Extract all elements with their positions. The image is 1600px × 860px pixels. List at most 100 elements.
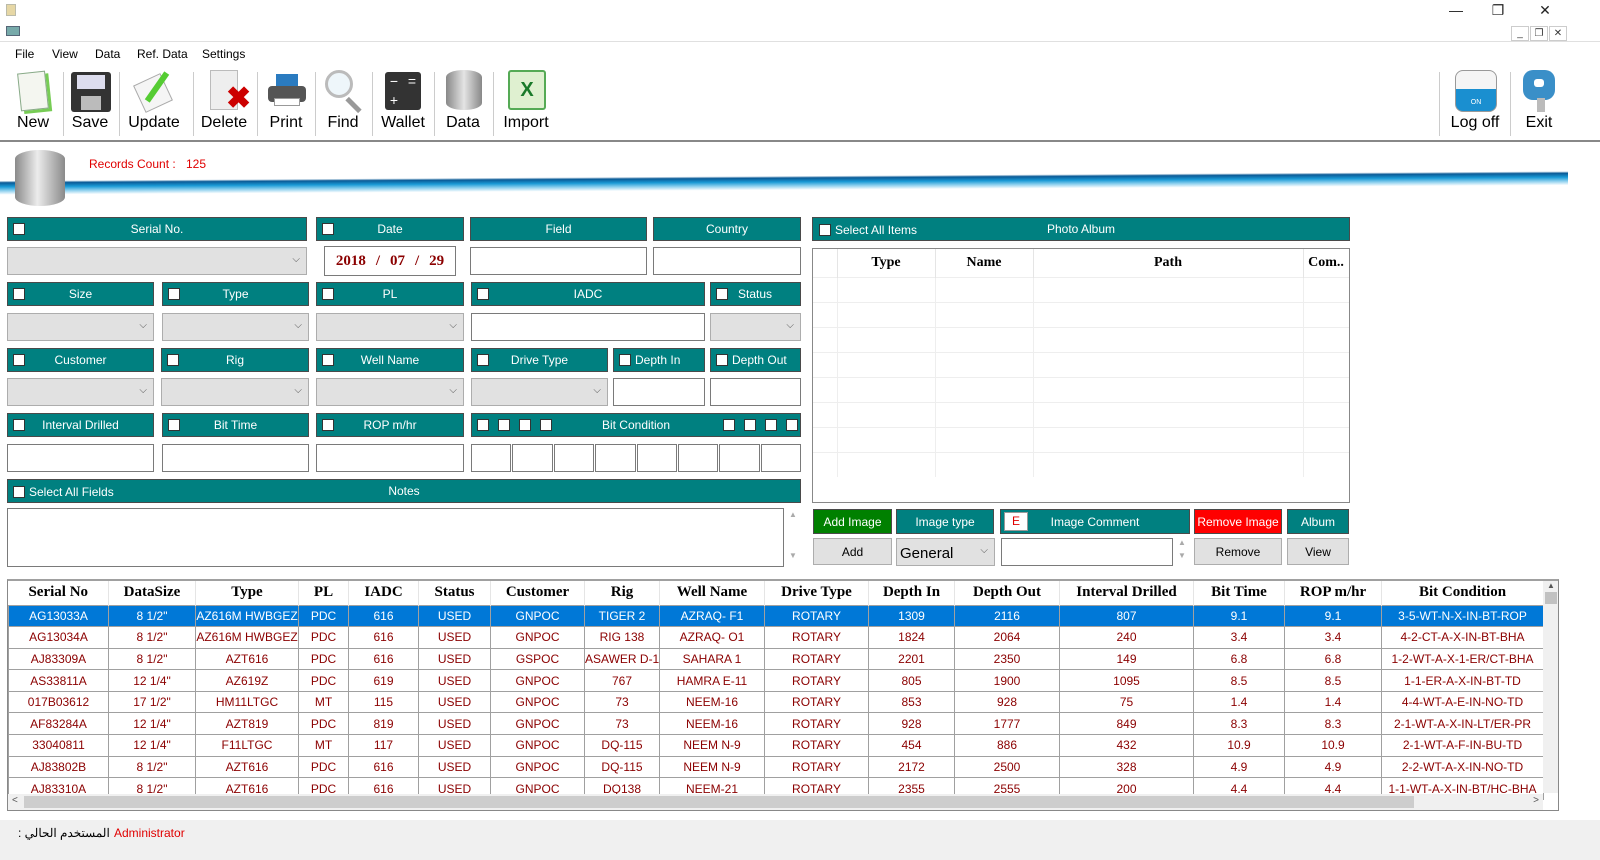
column-header-comment[interactable]: Com.. <box>1303 249 1349 277</box>
depth-out-input[interactable] <box>710 378 801 406</box>
bit-condition-input[interactable] <box>553 444 595 472</box>
table-cell[interactable]: PDC <box>298 626 349 649</box>
table-cell[interactable]: 9.1 <box>1193 604 1285 628</box>
pl-combo[interactable]: ⌵ <box>316 313 464 341</box>
table-cell[interactable]: 10.9 <box>1284 734 1382 757</box>
table-cell[interactable]: 432 <box>1059 734 1194 757</box>
e-button[interactable]: E <box>1004 512 1028 531</box>
country-input[interactable] <box>653 247 801 275</box>
column-header-status[interactable]: Status <box>418 581 491 605</box>
table-cell[interactable]: PDC <box>298 712 349 736</box>
table-cell[interactable]: 3.4 <box>1284 626 1382 649</box>
table-cell[interactable]: TIGER 2 <box>584 604 660 628</box>
bit-condition-checkbox[interactable] <box>498 419 510 431</box>
wallet-button[interactable]: − = + Wallet <box>378 68 428 138</box>
table-cell[interactable]: AZRAQ- O1 <box>659 626 765 649</box>
table-cell[interactable]: USED <box>418 755 491 779</box>
table-cell[interactable]: 2172 <box>868 755 955 779</box>
table-cell[interactable]: 454 <box>868 734 955 757</box>
table-cell[interactable]: 117 <box>348 734 419 757</box>
table-cell[interactable]: 17 1/2" <box>108 690 196 714</box>
type-checkbox[interactable] <box>168 288 180 300</box>
iadc-input[interactable] <box>471 313 705 341</box>
table-row[interactable]: AS33811A 12 1/4" AZ619Z PDC 619 USED GNPOC 767 H… <box>8 669 1544 692</box>
column-header-depth-in[interactable]: Depth In <box>868 581 955 605</box>
find-button[interactable]: Find <box>320 68 366 138</box>
column-header-type[interactable]: Type <box>837 249 936 277</box>
table-cell[interactable]: USED <box>418 669 491 692</box>
table-cell[interactable]: 12 1/4" <box>108 669 196 692</box>
menu-view[interactable]: View <box>52 47 78 61</box>
table-cell[interactable]: NEEM-16 <box>659 690 765 714</box>
table-cell[interactable]: 4-4-WT-A-E-IN-NO-TD <box>1381 690 1544 714</box>
print-button[interactable]: Print <box>263 68 309 138</box>
table-cell[interactable]: GNPOC <box>490 734 585 757</box>
table-cell[interactable]: GNPOC <box>490 669 585 692</box>
table-cell[interactable]: 2-1-WT-A-X-IN-LT/ER-PR <box>1381 712 1544 736</box>
table-cell[interactable]: 1309 <box>868 604 955 628</box>
rig-checkbox[interactable] <box>167 354 179 366</box>
table-cell[interactable]: 1.4 <box>1284 690 1382 714</box>
table-cell[interactable]: 9.1 <box>1284 604 1382 628</box>
table-cell[interactable]: USED <box>418 712 491 736</box>
bit-condition-checkbox[interactable] <box>765 419 777 431</box>
customer-combo[interactable]: ⌵ <box>7 378 154 406</box>
bit-condition-checkbox[interactable] <box>786 419 798 431</box>
restore-button[interactable]: ❐ <box>1483 2 1513 19</box>
select-all-items-checkbox[interactable] <box>819 224 831 236</box>
table-cell[interactable]: AG13034A <box>8 626 109 649</box>
bit-condition-checkbox[interactable] <box>723 419 735 431</box>
table-cell[interactable]: 8 1/2" <box>108 755 196 779</box>
vertical-scrollbar[interactable]: ▲ <box>1543 581 1558 793</box>
table-cell[interactable]: 6.8 <box>1193 647 1285 671</box>
table-cell[interactable]: ASAWER D-1 <box>584 647 660 671</box>
table-cell[interactable]: PDC <box>298 669 349 692</box>
bit-condition-input[interactable] <box>471 444 512 472</box>
table-cell[interactable]: 616 <box>348 755 419 779</box>
column-header-drive-type[interactable]: Drive Type <box>764 581 869 605</box>
image-type-select[interactable]: General ⌵ <box>896 538 995 566</box>
table-cell[interactable]: 12 1/4" <box>108 734 196 757</box>
table-cell[interactable]: AZT819 <box>195 712 299 736</box>
table-cell[interactable]: NEEM N-9 <box>659 734 765 757</box>
column-header-name[interactable]: Name <box>935 249 1034 277</box>
bit-condition-input[interactable] <box>595 444 636 472</box>
bit-time-checkbox[interactable] <box>168 419 180 431</box>
table-row[interactable]: AJ83309A 8 1/2" AZT616 PDC 616 USED GSPOC ASAWE… <box>8 647 1544 671</box>
table-cell[interactable]: AZ616M HWBGEZ <box>195 604 299 628</box>
table-row[interactable]: 33040811 12 1/4" F11LTGC MT 117 USED GNPOC DQ-1… <box>8 734 1544 757</box>
bit-condition-input[interactable] <box>719 444 760 472</box>
well-name-checkbox[interactable] <box>322 354 334 366</box>
table-cell[interactable]: AZ619Z <box>195 669 299 692</box>
table-cell[interactable]: 928 <box>868 712 955 736</box>
notes-scrollbar[interactable]: ▲ ▼ <box>786 508 800 567</box>
table-cell[interactable]: 8.3 <box>1284 712 1382 736</box>
table-cell[interactable]: RIG 138 <box>584 626 660 649</box>
table-cell[interactable]: 1900 <box>954 669 1060 692</box>
table-cell[interactable]: 75 <box>1059 690 1194 714</box>
table-cell[interactable]: AZ616M HWBGEZ <box>195 626 299 649</box>
table-cell[interactable]: GNPOC <box>490 690 585 714</box>
menu-settings[interactable]: Settings <box>202 47 245 61</box>
table-cell[interactable]: 616 <box>348 604 419 628</box>
table-cell[interactable]: 6.8 <box>1284 647 1382 671</box>
depth-in-input[interactable] <box>613 378 705 406</box>
table-cell[interactable]: 1095 <box>1059 669 1194 692</box>
table-cell[interactable]: ROTARY <box>764 647 869 671</box>
bit-condition-input[interactable] <box>677 444 719 472</box>
table-cell[interactable]: USED <box>418 604 491 628</box>
table-cell[interactable]: USED <box>418 626 491 649</box>
table-cell[interactable]: PDC <box>298 604 349 628</box>
table-cell[interactable]: AF83284A <box>8 712 109 736</box>
customer-checkbox[interactable] <box>13 354 25 366</box>
column-header-well-name[interactable]: Well Name <box>659 581 765 605</box>
table-cell[interactable]: 2201 <box>868 647 955 671</box>
image-comment-input[interactable] <box>1001 538 1173 566</box>
table-cell[interactable]: USED <box>418 690 491 714</box>
select-all-fields-checkbox[interactable] <box>13 486 25 498</box>
table-cell[interactable]: 2500 <box>954 755 1060 779</box>
bit-condition-checkbox[interactable] <box>744 419 756 431</box>
interval-drilled-checkbox[interactable] <box>13 419 25 431</box>
table-cell[interactable]: PDC <box>298 647 349 671</box>
column-header-bit-condition[interactable]: Bit Condition <box>1381 581 1544 605</box>
